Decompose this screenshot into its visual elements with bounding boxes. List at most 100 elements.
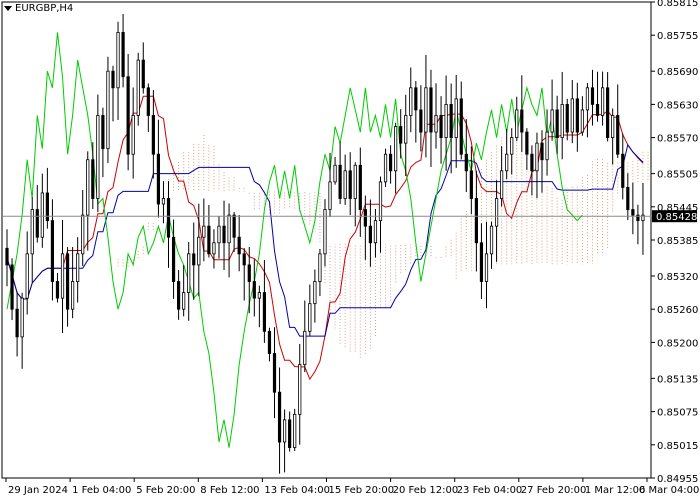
candle-body [257, 292, 261, 299]
triangle-down-icon[interactable] [4, 6, 12, 11]
candle-body [136, 59, 140, 116]
candle-body [101, 115, 105, 150]
candle-body [429, 87, 433, 133]
candle-body [328, 181, 332, 210]
candle-body [555, 109, 559, 139]
candle-body [535, 142, 539, 172]
candle-body [525, 131, 529, 155]
candle-body [409, 87, 413, 116]
candle-body [242, 253, 246, 266]
candle-body [151, 115, 155, 155]
candle-body [358, 164, 362, 210]
candle-body [303, 330, 307, 365]
x-tick-label: 20 Feb 12:00 [393, 485, 459, 496]
candle-body [444, 103, 448, 139]
candle-body [343, 170, 347, 199]
candle-body [126, 76, 130, 155]
candle-body [570, 98, 574, 133]
candle-body [237, 236, 241, 255]
candle-body [35, 209, 39, 238]
candle-body [611, 115, 615, 139]
candle-body [207, 225, 211, 255]
x-tick-label: 5 Feb 20:00 [136, 485, 195, 496]
candle-body [479, 242, 484, 282]
candle-body [590, 87, 595, 105]
candle-body [91, 159, 95, 199]
chart-area[interactable]: 0.85428 0.85815 0.85755 0.85690 0.85630 0.85… [0, 0, 700, 500]
candle-body [621, 153, 625, 188]
candle-body [187, 253, 191, 293]
candle-body [338, 164, 342, 199]
candle-body [383, 153, 388, 183]
symbol-label: EURGBP,H4 [15, 3, 74, 14]
candle-body [141, 59, 145, 89]
candle-body [106, 70, 110, 150]
candlestick-chart[interactable]: 0.85428 0.85815 0.85755 0.85690 0.85630 0.85… [0, 0, 700, 500]
x-tick-label: 1 Feb 04:00 [72, 485, 131, 496]
candle-body [464, 153, 468, 172]
candle-body [247, 264, 251, 282]
candle-body [202, 225, 206, 238]
candle-body [86, 159, 90, 216]
candle-body [277, 391, 282, 443]
y-tick-label: 0.85260 [657, 305, 698, 316]
candle-body [217, 225, 221, 244]
candle-body [530, 153, 534, 172]
candle-body [81, 214, 85, 255]
candle-body [177, 281, 181, 310]
candle-body [616, 115, 620, 155]
candle-body [434, 115, 438, 133]
candle-body [494, 198, 499, 227]
candle-body [388, 153, 393, 172]
candle-body [363, 209, 367, 227]
symbol-title[interactable]: EURGBP,H4 [4, 3, 73, 14]
x-tick-label: 23 Feb 04:00 [457, 485, 523, 496]
candle-body [565, 103, 569, 133]
candle-body [510, 137, 514, 155]
candle-body [520, 109, 524, 133]
candle-body [333, 164, 337, 183]
candle-body [65, 253, 70, 310]
current-price-label: 0.85428 [656, 212, 697, 223]
candle-body [419, 109, 423, 133]
candle-body [474, 198, 478, 244]
candle-body [368, 225, 373, 244]
candle-body [156, 153, 161, 205]
candle-body [308, 303, 312, 332]
candle-body [414, 87, 418, 111]
candle-body [378, 181, 383, 222]
candle-body [25, 253, 29, 299]
y-tick-label: 0.85690 [657, 67, 698, 78]
candle-body [182, 292, 186, 310]
candle-body [560, 103, 564, 139]
candle-body [515, 109, 519, 139]
candle-body [489, 225, 494, 255]
candle-body [595, 103, 600, 116]
candle-body [227, 214, 231, 244]
candle-body [222, 225, 226, 244]
candle-body [404, 115, 408, 144]
candle-body [40, 192, 44, 238]
candle-body [267, 330, 272, 354]
y-tick-label: 0.85570 [657, 134, 698, 145]
candle-body [454, 98, 458, 139]
candle-body [10, 264, 14, 310]
candle-body [262, 292, 267, 332]
candle-body [626, 187, 630, 210]
candle-body [55, 281, 60, 299]
y-tick-label: 0.84955 [657, 474, 698, 485]
candle-body [399, 126, 403, 144]
candle-body [146, 87, 150, 116]
candle-body [171, 236, 176, 282]
candle-body [313, 281, 317, 305]
y-tick-label: 0.85505 [657, 170, 698, 181]
candle-body [484, 253, 489, 282]
candle-body [60, 253, 65, 299]
candle-body [353, 164, 357, 199]
y-tick-label: 0.85200 [657, 338, 698, 349]
candle-body [96, 115, 100, 199]
candle-body [505, 153, 509, 172]
y-tick-label: 0.85815 [657, 0, 698, 9]
candle-body [5, 247, 9, 266]
candle-body [449, 103, 453, 139]
